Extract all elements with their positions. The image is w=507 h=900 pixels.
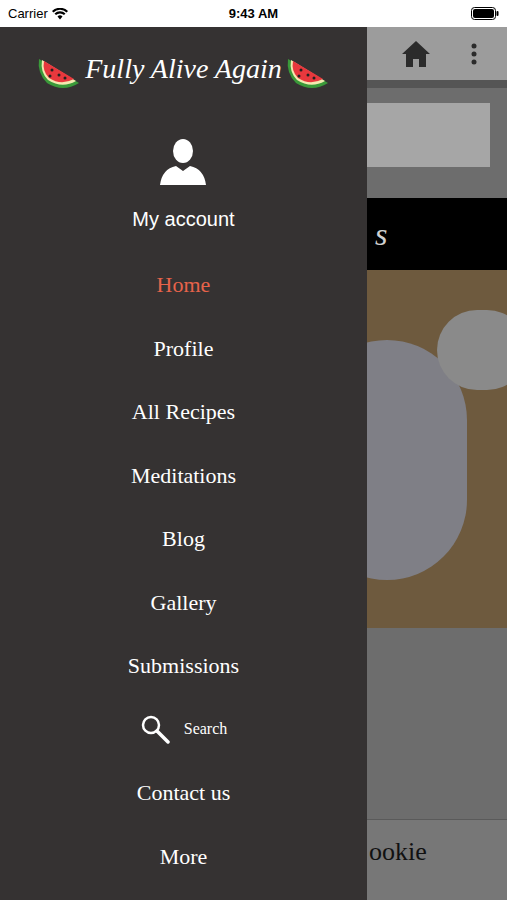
more-icon[interactable] — [471, 43, 477, 65]
menu-item-label: More — [160, 840, 208, 873]
menu-item-label: Gallery — [151, 586, 217, 619]
menu-item-label: All Recipes — [132, 395, 235, 428]
menu-item[interactable]: Meditations — [0, 444, 367, 508]
menu-item[interactable]: Submissions — [0, 634, 367, 698]
menu-item-label: Profile — [154, 332, 214, 365]
menu-item-label: Meditations — [131, 459, 236, 492]
menu-item[interactable]: Contact us — [0, 761, 367, 825]
app-title: Fully Alive Again — [85, 55, 281, 83]
battery-icon — [471, 7, 499, 20]
app-logo: Fully Alive Again — [35, 41, 331, 97]
menu-item[interactable]: Search — [0, 698, 367, 762]
recipe-photo — [367, 270, 507, 628]
account-label: My account — [132, 207, 234, 231]
menu-item-label: Search — [184, 717, 228, 741]
user-icon — [158, 135, 208, 185]
recipe-card[interactable]: ookie — [367, 820, 507, 900]
menu-list: Home Profile All Recipes Meditations Blog Gal… — [0, 253, 367, 888]
card-title: ookie — [369, 832, 427, 871]
status-bar: Carrier 9:43 AM — [0, 0, 507, 27]
search-field[interactable] — [367, 103, 490, 167]
menu-item[interactable]: Gallery — [0, 571, 367, 635]
watermelon-icon — [35, 45, 83, 93]
account-button[interactable]: My account — [132, 135, 234, 231]
top-bar — [367, 27, 507, 80]
background-app: s ookie — [367, 27, 507, 900]
time-label: 9:43 AM — [229, 4, 278, 24]
menu-item[interactable]: Home — [0, 253, 367, 317]
menu-item-label: Blog — [162, 522, 205, 555]
menu-item-label: Home — [157, 268, 211, 301]
menu-item[interactable]: Blog — [0, 507, 367, 571]
banner: s — [367, 198, 507, 270]
watermelon-icon — [284, 45, 332, 93]
banner-text: s — [375, 210, 387, 258]
menu-item[interactable]: All Recipes — [0, 380, 367, 444]
menu-item-label: Contact us — [137, 776, 231, 809]
wifi-icon — [52, 8, 68, 20]
side-drawer: Fully Alive Again My account Home Profile… — [0, 27, 367, 900]
menu-item-label: Submissions — [128, 649, 239, 682]
carrier-label: Carrier — [8, 4, 48, 24]
home-icon[interactable] — [401, 40, 431, 68]
magnifier-icon — [140, 714, 170, 744]
menu-item[interactable]: More — [0, 825, 367, 889]
menu-item[interactable]: Profile — [0, 317, 367, 381]
